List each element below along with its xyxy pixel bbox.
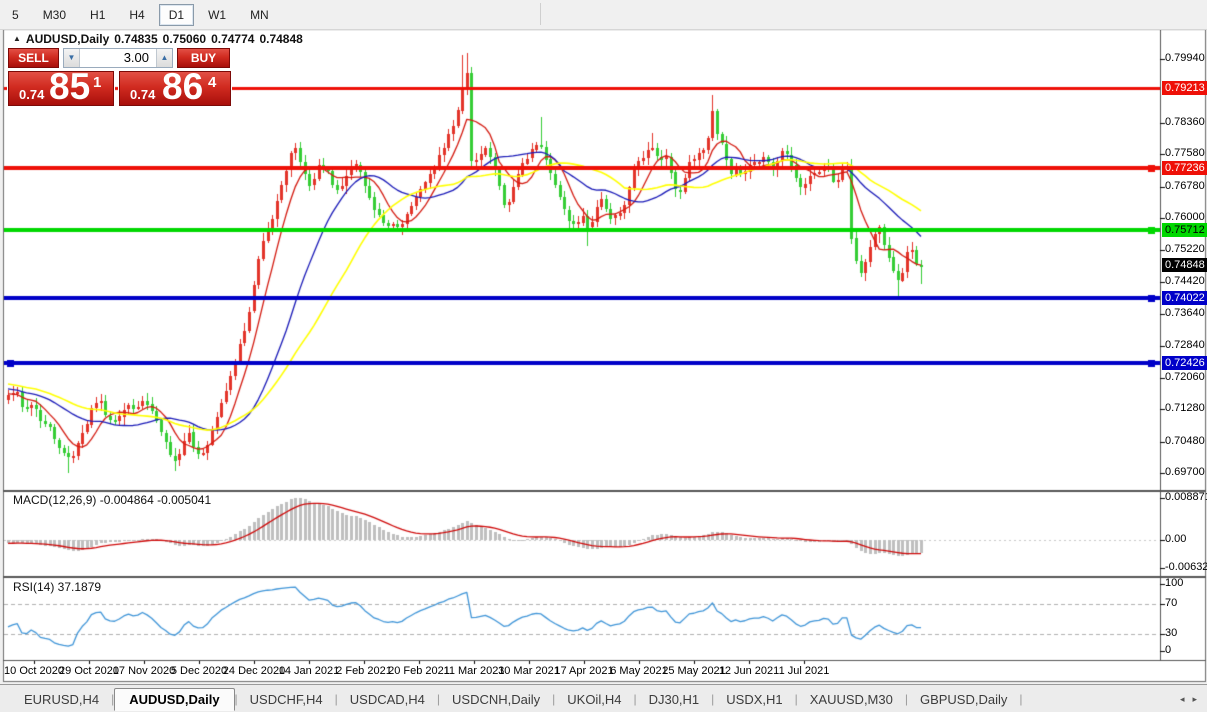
buy-price-display[interactable]: 0.74 86 4 [119,71,231,106]
timeframe-button-5[interactable]: 5 [2,4,29,26]
tab-usdchf-h4[interactable]: USDCHF,H4 [238,689,335,710]
date-tick-label: 1 Jul 2021 [779,665,830,677]
macd-tick-label: -0.00632 [1165,561,1207,573]
rsi-indicator-label: RSI(14) 37.1879 [13,580,101,594]
rsi-tick-label: 70 [1165,597,1177,609]
sell-price-pip-digit: 1 [93,74,101,91]
tab-separator: | [1019,692,1022,706]
toolbar-separator [540,3,541,25]
volume-decrease-button[interactable]: ▼ [64,49,80,67]
sell-price-big-digits: 85 [49,68,90,106]
date-axis[interactable]: 10 Oct 202029 Oct 202017 Nov 20205 Dec 2… [0,663,1160,682]
tab-xauusd-m30[interactable]: XAUUSD,M30 [798,689,905,710]
price-tick-label: 0.71280 [1165,402,1205,414]
date-tick-label: 17 Apr 2021 [554,665,613,677]
timeframe-button-d1[interactable]: D1 [159,4,194,26]
tab-usdcnh-daily[interactable]: USDCNH,Daily [440,689,552,710]
chart-tabs: EURUSD,H4|AUDUSD,Daily|USDCHF,H4|USDCAD,… [0,685,1180,712]
timeframe-button-m30[interactable]: M30 [33,4,76,26]
date-tick-label: 17 Nov 2020 [113,665,175,677]
date-tick-label: 10 Oct 2020 [4,665,64,677]
sell-price-prefix: 0.74 [19,87,44,102]
ohlc-close-value: 0.74848 [259,32,302,46]
tabs-scroll-left-icon[interactable]: ◂ [1180,694,1185,705]
chart-header: ▲ AUDUSD,Daily 0.74835 0.75060 0.74774 0.7484… [13,32,303,46]
date-tick-label: 2 Feb 2021 [336,665,392,677]
volume-increase-button[interactable]: ▲ [156,49,172,67]
ohlc-low-value: 0.74774 [211,32,254,46]
price-tick-label: 0.79940 [1165,52,1205,64]
price-tick-label: 0.74420 [1165,275,1205,287]
timeframe-button-w1[interactable]: W1 [198,4,236,26]
tab-eurusd-h4[interactable]: EURUSD,H4 [12,689,111,710]
tabs-scroll-right-icon[interactable]: ▸ [1192,694,1197,705]
chart-symbol-label: AUDUSD,Daily [26,32,109,46]
date-tick-label: 6 May 2021 [610,665,667,677]
sell-price-display[interactable]: 0.74 85 1 [8,71,114,106]
price-tick-label: 0.76000 [1165,211,1205,223]
timeframe-button-h1[interactable]: H1 [80,4,115,26]
tab-usdcad-h4[interactable]: USDCAD,H4 [338,689,437,710]
date-tick-label: 5 Dec 2020 [171,665,227,677]
price-badge: 0.74022 [1162,291,1207,305]
chart-tab-bar: EURUSD,H4|AUDUSD,Daily|USDCHF,H4|USDCAD,… [0,684,1207,712]
price-badge: 0.77236 [1162,161,1207,175]
tab-audusd-daily[interactable]: AUDUSD,Daily [114,688,234,711]
date-tick-label: 14 Jan 2021 [279,665,340,677]
volume-spinner: ▼ 3.00 ▲ [63,48,173,68]
collapse-triangle-icon[interactable]: ▲ [13,34,21,43]
macd-indicator-label: MACD(12,26,9) -0.004864 -0.005041 [13,493,211,507]
tab-usdx-h1[interactable]: USDX,H1 [714,689,794,710]
volume-input[interactable]: 3.00 [80,49,156,67]
price-tick-label: 0.72060 [1165,371,1205,383]
date-tick-label: 20 Feb 2021 [388,665,450,677]
ohlc-high-value: 0.75060 [163,32,206,46]
date-tick-label: 29 Oct 2020 [59,665,119,677]
rsi-tick-label: 0 [1165,644,1171,656]
date-tick-label: 12 Jun 2021 [719,665,780,677]
sell-button[interactable]: SELL [8,48,59,68]
price-tick-label: 0.72840 [1165,339,1205,351]
price-tick-label: 0.75220 [1165,243,1205,255]
price-badge: 0.79213 [1162,81,1207,95]
rsi-tick-label: 30 [1165,627,1177,639]
date-tick-label: 25 May 2021 [662,665,726,677]
price-tick-label: 0.78360 [1165,116,1205,128]
price-badge: 0.75712 [1162,223,1207,237]
tab-ukoil-h4[interactable]: UKOil,H4 [555,689,633,710]
tab-scroll-controls: ◂ ▸ [1180,694,1207,705]
price-badge: 0.72426 [1162,356,1207,370]
tab-gbpusd-daily[interactable]: GBPUSD,Daily [908,689,1019,710]
buy-price-big-digits: 86 [162,68,203,106]
date-tick-label: 11 Mar 2021 [444,665,505,677]
macd-tick-label: 0.00 [1165,533,1186,545]
price-badge: 0.74848 [1162,258,1207,272]
price-tick-label: 0.77580 [1165,147,1205,159]
buy-button[interactable]: BUY [177,48,230,68]
date-tick-label: 30 Mar 2021 [498,665,560,677]
price-tick-label: 0.73640 [1165,307,1205,319]
one-click-trading-panel: SELL ▼ 3.00 ▲ BUY 0.74 85 1 0.74 86 4 [8,48,232,106]
mt4-terminal: 5M30H1H4D1W1MN ▲ AUDUSD,Daily 0.74835 0.750… [0,0,1207,712]
rsi-tick-label: 100 [1165,577,1183,589]
macd-tick-label: 0.008871 [1165,491,1207,503]
buy-price-pip-digit: 4 [208,74,216,91]
timeframe-toolbar: 5M30H1H4D1W1MN [0,0,1207,30]
timeframe-button-mn[interactable]: MN [240,4,279,26]
ohlc-open-value: 0.74835 [114,32,157,46]
buy-price-prefix: 0.74 [130,87,155,102]
price-tick-label: 0.69700 [1165,466,1205,478]
price-tick-label: 0.76780 [1165,180,1205,192]
timeframe-button-h4[interactable]: H4 [119,4,154,26]
price-tick-label: 0.70480 [1165,435,1205,447]
tab-dj30-h1[interactable]: DJ30,H1 [637,689,712,710]
date-tick-label: 24 Dec 2020 [223,665,285,677]
